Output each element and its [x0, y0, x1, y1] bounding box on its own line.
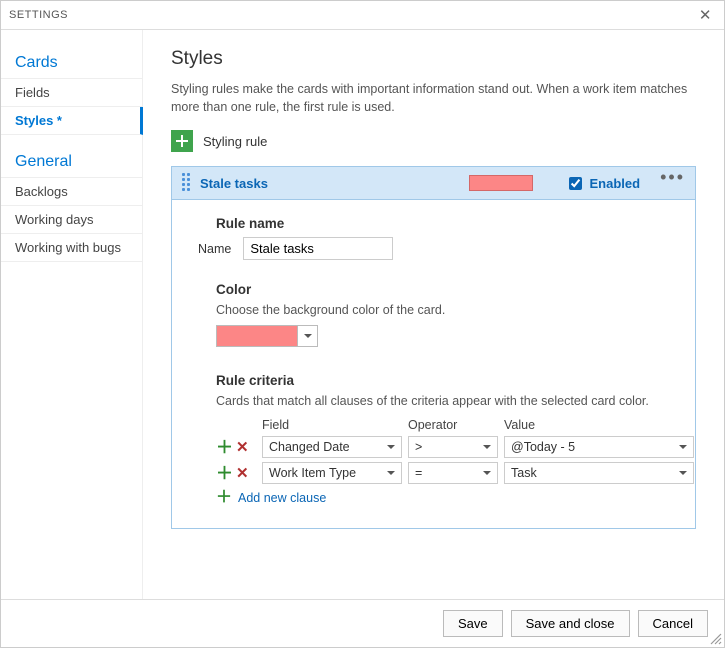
rule-name-label: Name [198, 242, 231, 256]
col-operator: Operator [408, 418, 498, 432]
criteria-row: ＋ ✕ Work Item Type = Task [216, 462, 677, 484]
page-title: Styles [171, 48, 696, 70]
add-rule-row: Styling rule [171, 130, 696, 152]
sidebar-item-working-with-bugs[interactable]: Working with bugs [1, 234, 142, 262]
cancel-button[interactable]: Cancel [638, 610, 708, 637]
criteria-row: ＋ ✕ Changed Date > @Today - 5 [216, 436, 677, 458]
plus-icon: ＋ [216, 490, 232, 506]
sidebar-item-styles[interactable]: Styles * [1, 107, 143, 135]
chevron-down-icon [679, 471, 687, 475]
color-dropdown-button[interactable] [297, 326, 317, 346]
rule-card: Stale tasks Enabled ••• Rule name Name C… [171, 166, 696, 529]
page-lead: Styling rules make the cards with import… [171, 80, 696, 116]
clause-operator-value: = [415, 466, 422, 480]
clause-value-select[interactable]: Task [504, 462, 694, 484]
content-area: Cards Fields Styles * General Backlogs W… [1, 30, 724, 602]
chevron-down-icon [483, 445, 491, 449]
clause-remove-icon[interactable]: ✕ [236, 466, 249, 481]
add-rule-button[interactable] [171, 130, 193, 152]
save-button[interactable]: Save [443, 610, 503, 637]
chevron-down-icon [387, 471, 395, 475]
main-panel: Styles Styling rules make the cards with… [143, 30, 724, 602]
rule-header[interactable]: Stale tasks Enabled ••• [172, 167, 695, 200]
rule-enabled-checkbox[interactable] [569, 177, 582, 190]
clause-operator-select[interactable]: > [408, 436, 498, 458]
color-subtext: Choose the background color of the card. [216, 303, 677, 317]
add-rule-label: Styling rule [203, 134, 267, 149]
col-field: Field [262, 418, 402, 432]
sidebar-section-general: General [1, 147, 142, 178]
sidebar-item-backlogs[interactable]: Backlogs [1, 178, 142, 206]
clause-field-value: Work Item Type [269, 466, 356, 480]
criteria-header-row: Field Operator Value [216, 418, 677, 432]
color-heading: Color [216, 282, 677, 297]
chevron-down-icon [679, 445, 687, 449]
criteria-subtext: Cards that match all clauses of the crit… [216, 394, 677, 408]
add-clause-button[interactable]: ＋ Add new clause [216, 490, 677, 506]
color-swatch [217, 326, 297, 346]
rule-enabled-label: Enabled [590, 176, 641, 191]
rule-title: Stale tasks [200, 176, 268, 191]
clause-field-select[interactable]: Work Item Type [262, 462, 402, 484]
clause-value-text: @Today - 5 [511, 440, 575, 454]
clause-operator-value: > [415, 440, 422, 454]
col-value: Value [504, 418, 694, 432]
sidebar: Cards Fields Styles * General Backlogs W… [1, 30, 143, 602]
window-title: SETTINGS [9, 9, 68, 21]
rule-body: Rule name Name Color Choose the backgrou… [172, 200, 695, 528]
titlebar: SETTINGS ✕ [1, 1, 724, 30]
sidebar-item-fields[interactable]: Fields [1, 79, 142, 107]
rule-name-input[interactable] [243, 237, 393, 260]
rule-name-heading: Rule name [216, 216, 677, 231]
criteria-heading: Rule criteria [216, 373, 677, 388]
clause-remove-icon[interactable]: ✕ [236, 440, 249, 455]
plus-icon [176, 135, 188, 147]
rule-name-row: Name [198, 237, 677, 260]
clause-field-select[interactable]: Changed Date [262, 436, 402, 458]
sidebar-section-cards: Cards [1, 48, 142, 79]
chevron-down-icon [387, 445, 395, 449]
color-picker[interactable] [216, 325, 318, 347]
rule-enabled-toggle[interactable]: Enabled [565, 174, 641, 193]
save-and-close-button[interactable]: Save and close [511, 610, 630, 637]
add-clause-label: Add new clause [238, 491, 326, 505]
clause-add-icon[interactable]: ＋ [216, 465, 233, 482]
rule-color-swatch [469, 175, 533, 191]
close-icon[interactable]: ✕ [695, 6, 716, 24]
sidebar-item-working-days[interactable]: Working days [1, 206, 142, 234]
clause-value-select[interactable]: @Today - 5 [504, 436, 694, 458]
clause-field-value: Changed Date [269, 440, 350, 454]
chevron-down-icon [483, 471, 491, 475]
clause-add-icon[interactable]: ＋ [216, 439, 233, 456]
dialog-footer: Save Save and close Cancel [1, 599, 724, 647]
criteria-table: Field Operator Value ＋ ✕ Changed Date [216, 418, 677, 506]
clause-value-text: Task [511, 466, 537, 480]
clause-operator-select[interactable]: = [408, 462, 498, 484]
drag-handle-icon[interactable] [182, 173, 192, 193]
chevron-down-icon [304, 334, 312, 338]
rule-overflow-menu-icon[interactable]: ••• [660, 173, 685, 181]
